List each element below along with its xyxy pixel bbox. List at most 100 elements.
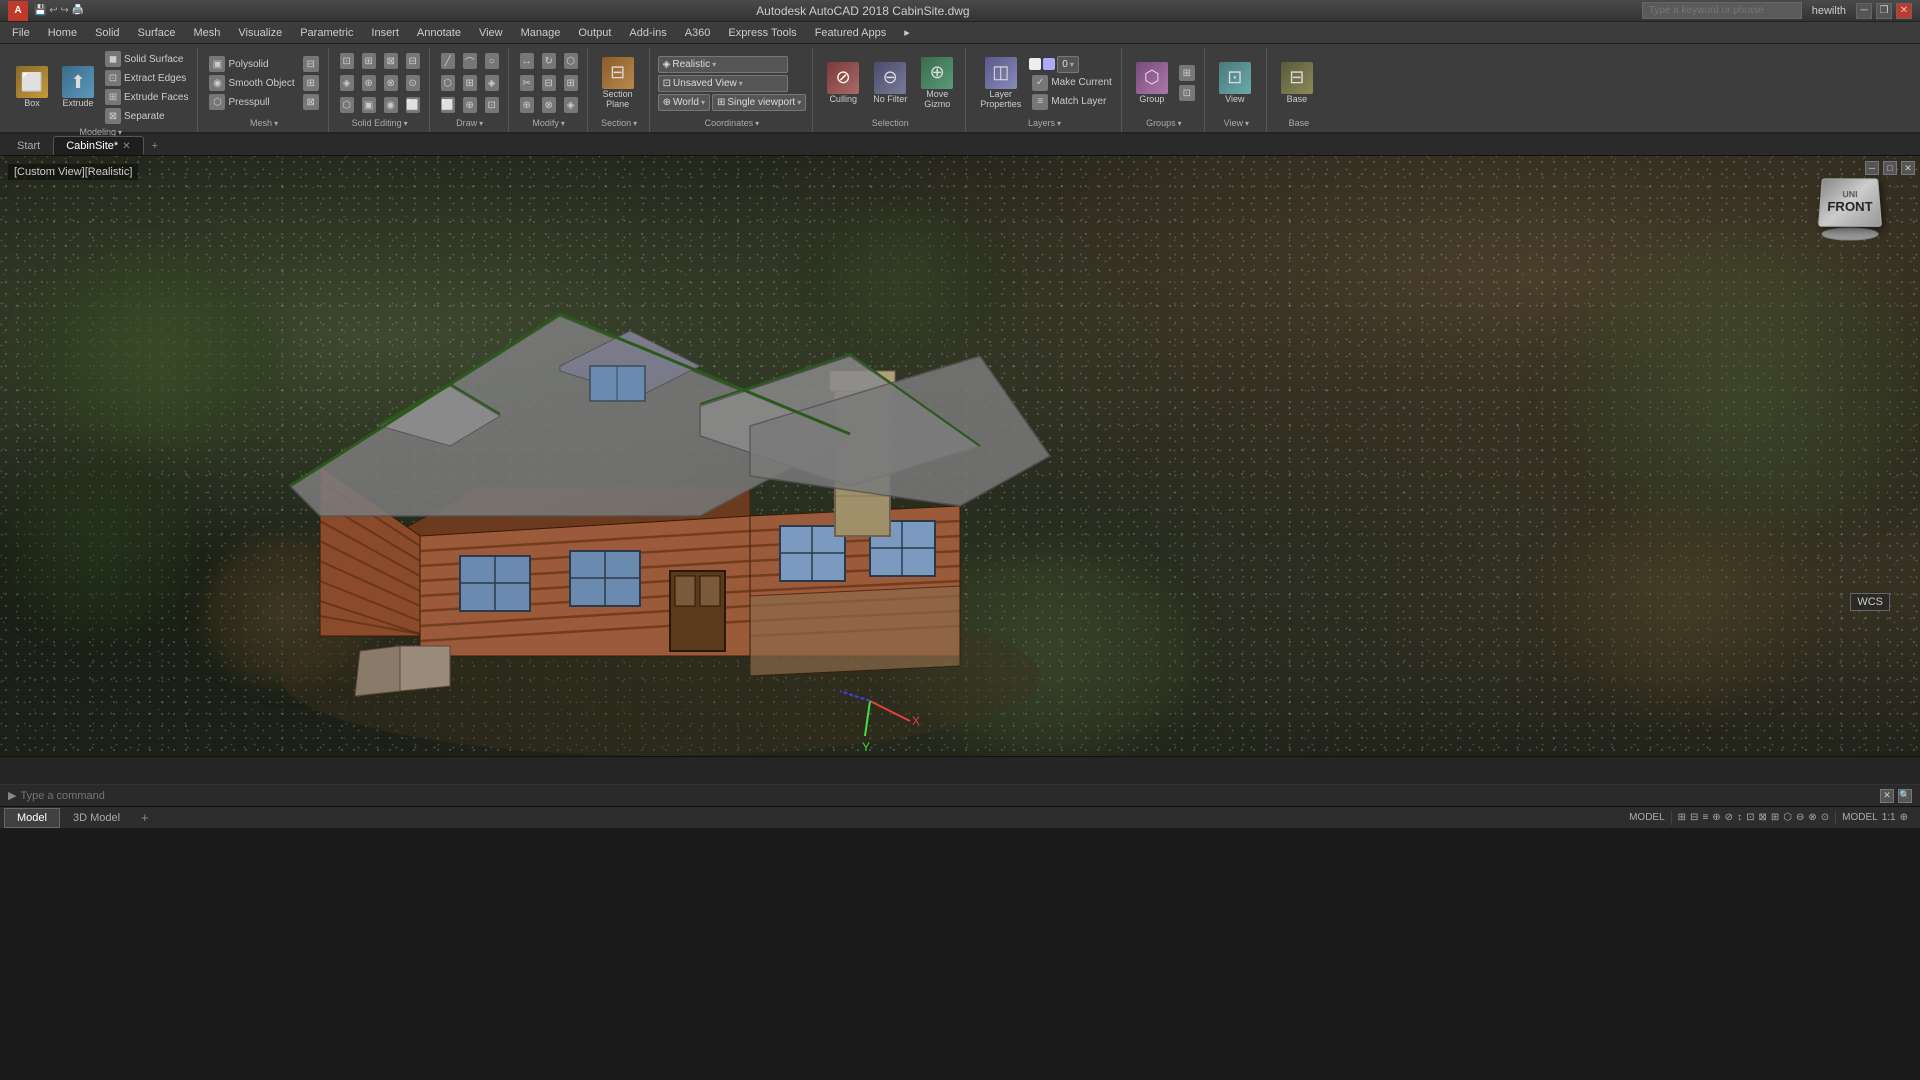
se-8[interactable]: ⊙ bbox=[403, 73, 423, 93]
extrude-faces-btn[interactable]: ⊞ Extrude Faces bbox=[102, 88, 191, 106]
viewport[interactable]: X Y UNI FRONT WCS [Custom View][Realisti… bbox=[0, 156, 1920, 756]
zoom-btn[interactable]: ⊕ bbox=[1900, 812, 1908, 823]
solid-surface-btn[interactable]: ◼ Solid Surface bbox=[102, 50, 191, 68]
minimize-button[interactable]: ─ bbox=[1856, 3, 1872, 19]
selection-cycling-btn[interactable]: ⊖ bbox=[1796, 812, 1804, 823]
mod-6[interactable]: ⊞ bbox=[561, 73, 581, 93]
osnap-btn[interactable]: ⊘ bbox=[1725, 812, 1733, 823]
otrack-btn[interactable]: ↕ bbox=[1737, 812, 1742, 823]
anno-mon-btn[interactable]: ⊗ bbox=[1808, 812, 1816, 823]
make-current-btn[interactable]: ✓ Make Current bbox=[1029, 74, 1115, 92]
menu-parametric[interactable]: Parametric bbox=[292, 25, 361, 41]
layer-num-combo[interactable]: 0 ▾ bbox=[1057, 56, 1079, 73]
viewcube[interactable]: UNI FRONT bbox=[1820, 176, 1890, 246]
cabinsite-tab[interactable]: CabinSite* ✕ bbox=[53, 136, 143, 155]
viewcube-face[interactable]: UNI FRONT bbox=[1818, 178, 1882, 226]
box-button[interactable]: ⬜ Box bbox=[10, 63, 54, 112]
smooth-object-btn[interactable]: ◉ Smooth Object bbox=[206, 74, 297, 92]
group-button[interactable]: ⬡ Group bbox=[1130, 59, 1174, 108]
menu-mesh[interactable]: Mesh bbox=[185, 25, 228, 41]
menu-a360[interactable]: A360 bbox=[677, 25, 719, 41]
group-tool2[interactable]: ⊡ bbox=[1176, 84, 1198, 102]
start-tab[interactable]: Start bbox=[4, 136, 53, 155]
se-7[interactable]: ⊗ bbox=[381, 73, 401, 93]
vp-minimize-btn[interactable]: ─ bbox=[1865, 161, 1879, 175]
se-5[interactable]: ◈ bbox=[337, 73, 357, 93]
menu-output[interactable]: Output bbox=[570, 25, 619, 41]
polar-btn[interactable]: ⊕ bbox=[1712, 812, 1720, 823]
model-tab-model[interactable]: Model bbox=[4, 808, 60, 828]
layer-properties-button[interactable]: ◫ LayerProperties bbox=[974, 54, 1027, 113]
mod-3[interactable]: ⬡ bbox=[561, 51, 581, 71]
mod-4[interactable]: ✂ bbox=[517, 73, 537, 93]
view-button[interactable]: ⊡ View bbox=[1213, 59, 1257, 108]
menu-visualize[interactable]: Visualize bbox=[230, 25, 290, 41]
menu-surface[interactable]: Surface bbox=[130, 25, 184, 41]
se-12[interactable]: ⬜ bbox=[403, 95, 423, 115]
menu-home[interactable]: Home bbox=[40, 25, 85, 41]
draw-2[interactable]: ⌒ bbox=[460, 51, 480, 71]
draw-6[interactable]: ◈ bbox=[482, 73, 502, 93]
menu-view[interactable]: View bbox=[471, 25, 511, 41]
ortho-btn[interactable]: ≡ bbox=[1702, 812, 1708, 823]
dynin-btn[interactable]: ⊡ bbox=[1746, 812, 1754, 823]
draw-7[interactable]: ⬜ bbox=[438, 95, 458, 115]
group-tool1[interactable]: ⊞ bbox=[1176, 64, 1198, 82]
draw-3[interactable]: ○ bbox=[482, 51, 502, 71]
menu-featured-apps[interactable]: Featured Apps bbox=[807, 25, 895, 41]
model-tab-add[interactable]: + bbox=[133, 807, 157, 828]
lineweight-btn[interactable]: ⊠ bbox=[1758, 812, 1766, 823]
mesh-tool1[interactable]: ⊟ bbox=[300, 55, 322, 73]
no-filter-button[interactable]: ⊖ No Filter bbox=[867, 59, 913, 108]
match-layer-btn[interactable]: ≡ Match Layer bbox=[1029, 93, 1115, 111]
section-plane-button[interactable]: ⊟ SectionPlane bbox=[596, 54, 640, 113]
se-11[interactable]: ◉ bbox=[381, 95, 401, 115]
cmdline-search-btn[interactable]: 🔍 bbox=[1898, 789, 1912, 803]
se-9[interactable]: ⬡ bbox=[337, 95, 357, 115]
se-3[interactable]: ⊠ bbox=[381, 51, 401, 71]
view-combo[interactable]: ⊡ Unsaved View ▾ bbox=[658, 75, 788, 92]
mod-9[interactable]: ◈ bbox=[561, 95, 581, 115]
base-button[interactable]: ⊟ Base bbox=[1275, 59, 1319, 108]
viewport-combo[interactable]: ⊞ Single viewport ▾ bbox=[712, 94, 806, 111]
vp-close-btn[interactable]: ✕ bbox=[1901, 161, 1915, 175]
vp-maximize-btn[interactable]: □ bbox=[1883, 161, 1897, 175]
mod-2[interactable]: ↻ bbox=[539, 51, 559, 71]
mesh-tool3[interactable]: ⊠ bbox=[300, 93, 322, 111]
command-input[interactable] bbox=[20, 790, 1876, 802]
draw-8[interactable]: ⊕ bbox=[460, 95, 480, 115]
new-tab-button[interactable]: + bbox=[144, 137, 166, 155]
se-2[interactable]: ⊞ bbox=[359, 51, 379, 71]
menu-manage[interactable]: Manage bbox=[513, 25, 569, 41]
se-10[interactable]: ▣ bbox=[359, 95, 379, 115]
cmdline-close-btn[interactable]: ✕ bbox=[1880, 789, 1894, 803]
close-button[interactable]: ✕ bbox=[1896, 3, 1912, 19]
mod-1[interactable]: ↔ bbox=[517, 51, 537, 71]
menu-annotate[interactable]: Annotate bbox=[409, 25, 469, 41]
extract-edges-btn[interactable]: ⊡ Extract Edges bbox=[102, 69, 191, 87]
polysolid-btn[interactable]: ▣ Polysolid bbox=[206, 55, 297, 73]
se-1[interactable]: ⊡ bbox=[337, 51, 357, 71]
snap-btn[interactable]: ⊟ bbox=[1690, 812, 1698, 823]
mod-5[interactable]: ⊟ bbox=[539, 73, 559, 93]
menu-express-tools[interactable]: Express Tools bbox=[720, 25, 804, 41]
se-6[interactable]: ⊕ bbox=[359, 73, 379, 93]
menu-addins[interactable]: Add-ins bbox=[621, 25, 674, 41]
menu-more[interactable]: ▸ bbox=[896, 24, 918, 41]
gizmo-button[interactable]: ⊕ MoveGizmo bbox=[915, 54, 959, 113]
mesh-tool2[interactable]: ⊞ bbox=[300, 74, 322, 92]
search-input[interactable] bbox=[1642, 2, 1802, 19]
draw-5[interactable]: ⊞ bbox=[460, 73, 480, 93]
separate-btn[interactable]: ⊠ Separate bbox=[102, 107, 191, 125]
mod-8[interactable]: ⊗ bbox=[539, 95, 559, 115]
culling-button[interactable]: ⊘ Culling bbox=[821, 59, 865, 108]
menu-file[interactable]: File bbox=[4, 25, 38, 41]
menu-insert[interactable]: Insert bbox=[363, 25, 407, 41]
world-combo[interactable]: ⊕ World ▾ bbox=[658, 94, 710, 111]
grid-btn[interactable]: ⊞ bbox=[1678, 812, 1686, 823]
se-4[interactable]: ⊟ bbox=[403, 51, 423, 71]
model-tab-3d[interactable]: 3D Model bbox=[60, 808, 133, 828]
extrude-button[interactable]: ⬆ Extrude bbox=[56, 63, 100, 112]
anno-vis-btn[interactable]: ⊙ bbox=[1821, 812, 1829, 823]
draw-9[interactable]: ⊡ bbox=[482, 95, 502, 115]
